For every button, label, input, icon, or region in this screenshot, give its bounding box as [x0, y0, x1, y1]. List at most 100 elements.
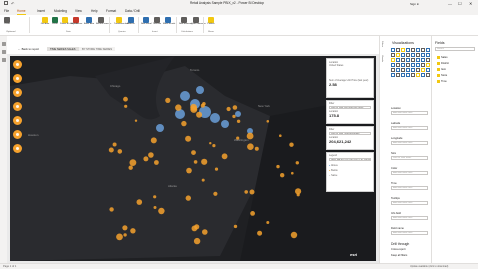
visual-type-icon[interactable] — [401, 48, 405, 52]
back-to-report-button[interactable]: ← Back to report — [18, 47, 39, 51]
side-tab-visuals[interactable]: Visuals — [381, 55, 383, 62]
visual-type-icon[interactable] — [426, 68, 430, 72]
visual-type-icon[interactable] — [396, 73, 400, 77]
model-view-icon[interactable] — [1, 58, 6, 62]
field-well-field-name[interactable]: Add data fields here — [391, 231, 428, 235]
field-well-time[interactable]: Add data fields here — [391, 186, 428, 190]
paste-button[interactable]: Paste — [2, 16, 12, 26]
tab-data-drill[interactable]: Data / Drill — [125, 9, 140, 13]
side-tab-filters[interactable]: Filters — [381, 41, 383, 47]
tab-file[interactable]: File — [4, 9, 9, 13]
visual-type-icon[interactable] — [426, 73, 430, 77]
visual-type-icon[interactable] — [406, 73, 410, 77]
sign-in-link[interactable]: Sign in — [410, 2, 419, 6]
get-data-button[interactable]: Get data — [40, 16, 50, 26]
power-bi-datasets-button[interactable]: Power BI datasets — [60, 16, 78, 26]
map-tool-button[interactable] — [13, 60, 22, 69]
maximize-button[interactable]: ☐ — [458, 1, 462, 6]
fields-search-input[interactable]: Search — [435, 47, 475, 51]
visual-type-icon[interactable] — [426, 53, 430, 57]
more-visuals-button[interactable]: More visuals — [163, 16, 175, 26]
map-canvas[interactable] — [10, 56, 376, 261]
map-tool-button[interactable] — [13, 88, 22, 97]
visual-type-icon[interactable] — [421, 68, 425, 72]
visual-type-icon[interactable] — [401, 53, 405, 57]
visual-type-icon[interactable] — [421, 53, 425, 57]
field-table-district[interactable]: District — [437, 62, 449, 65]
update-available-link[interactable]: Update available (click to download) — [410, 265, 448, 268]
field-table-store[interactable]: Store — [437, 74, 447, 77]
info-card-unit-sales[interactable]: Filter Sum of Total Unit Sales per Store… — [326, 100, 374, 124]
visual-type-icon[interactable] — [411, 53, 415, 57]
visual-type-icon[interactable] — [421, 73, 425, 77]
map-tool-button[interactable] — [13, 130, 22, 139]
visual-type-icon[interactable] — [391, 58, 395, 62]
tab-format[interactable]: Format — [106, 9, 116, 13]
info-card-location[interactable]: Location United States Sum of Average Un… — [326, 58, 374, 98]
sql-server-button[interactable]: SQL Server — [71, 16, 82, 26]
visual-type-icon[interactable] — [391, 63, 395, 67]
visual-type-icon[interactable] — [426, 63, 430, 67]
transform-data-button[interactable]: Transform data — [114, 16, 129, 26]
visual-type-icon[interactable] — [406, 48, 410, 52]
report-view-icon[interactable] — [1, 42, 6, 46]
new-visual-button[interactable]: New visual — [141, 16, 152, 26]
tab-view[interactable]: View — [75, 9, 82, 13]
visual-type-icon[interactable] — [391, 53, 395, 57]
visual-type-icon[interactable] — [416, 63, 420, 67]
new-measure-button[interactable]: New measure — [179, 16, 193, 26]
excel-button[interactable]: Excel — [50, 16, 60, 26]
data-view-icon[interactable] — [1, 50, 6, 54]
visual-type-icon[interactable] — [426, 48, 430, 52]
enter-data-button[interactable]: Enter data — [84, 16, 94, 26]
quick-measure-button[interactable]: Quick measure — [191, 16, 206, 26]
visual-type-icon[interactable] — [411, 58, 415, 62]
map-visual[interactable]: Chicago Toronto Washington Atlanta Houst… — [10, 56, 376, 261]
visual-type-icon[interactable] — [411, 48, 415, 52]
save-icon[interactable] — [4, 1, 8, 5]
visual-type-icon[interactable] — [396, 53, 400, 57]
visual-type-icon[interactable] — [416, 53, 420, 57]
map-tool-button[interactable] — [13, 116, 22, 125]
visual-type-icon[interactable] — [391, 68, 395, 72]
visual-type-icon[interactable] — [401, 58, 405, 62]
visual-type-icon[interactable] — [406, 63, 410, 67]
field-table-item[interactable]: Item — [437, 68, 446, 71]
visual-type-icon[interactable] — [416, 48, 420, 52]
visual-type-icon[interactable] — [426, 58, 430, 62]
recent-sources-button[interactable]: Recent sources — [96, 16, 111, 26]
visual-type-icon[interactable] — [421, 58, 425, 62]
card-filter-input[interactable]: Sum of Total Unit Sales per Store — [329, 106, 371, 110]
tab-insert[interactable]: Insert — [37, 9, 45, 13]
page-tab-time-series-sales[interactable]: TIME SERIES SALES — [47, 47, 79, 51]
visual-type-icon[interactable] — [411, 68, 415, 72]
field-well-info[interactable]: Add data fields here — [391, 216, 428, 220]
text-box-button[interactable]: Text box — [152, 16, 162, 26]
publish-button[interactable]: Publish — [206, 16, 216, 26]
field-table-sales[interactable]: Sales — [437, 56, 448, 59]
card-filter-input[interactable]: Sum of Total Transaction Amt — [329, 132, 371, 136]
info-card-transaction-amt[interactable]: Filter Sum of Total Transaction Amt Loca… — [326, 126, 374, 150]
field-table-time[interactable]: Time — [437, 80, 447, 83]
map-tool-button[interactable] — [13, 74, 22, 83]
visual-type-icon[interactable] — [401, 68, 405, 72]
visual-type-icon[interactable] — [406, 68, 410, 72]
tab-modeling[interactable]: Modeling — [54, 9, 67, 13]
close-button[interactable]: ✕ — [469, 1, 472, 6]
visual-type-icon[interactable] — [391, 48, 395, 52]
visual-type-icon[interactable] — [396, 63, 400, 67]
legend-card[interactable]: Legend NEW SALES OPPORTUNITY BY REGION ●… — [326, 152, 374, 192]
map-tool-button[interactable] — [13, 144, 22, 153]
visual-type-icon[interactable] — [401, 63, 405, 67]
tab-help[interactable]: Help — [91, 9, 98, 13]
field-well-location[interactable]: Add data fields here — [391, 111, 428, 115]
visual-type-icon[interactable] — [406, 58, 410, 62]
visual-type-icon[interactable] — [396, 68, 400, 72]
visual-type-icon[interactable] — [401, 73, 405, 77]
visual-type-icon[interactable] — [391, 73, 395, 77]
visual-type-icon[interactable] — [411, 73, 415, 77]
tab-home[interactable]: Home — [17, 9, 26, 13]
undo-icon[interactable]: ↶ — [11, 1, 14, 6]
field-well-longitude[interactable]: Add data fields here — [391, 141, 428, 145]
visual-type-icon[interactable] — [416, 58, 420, 62]
